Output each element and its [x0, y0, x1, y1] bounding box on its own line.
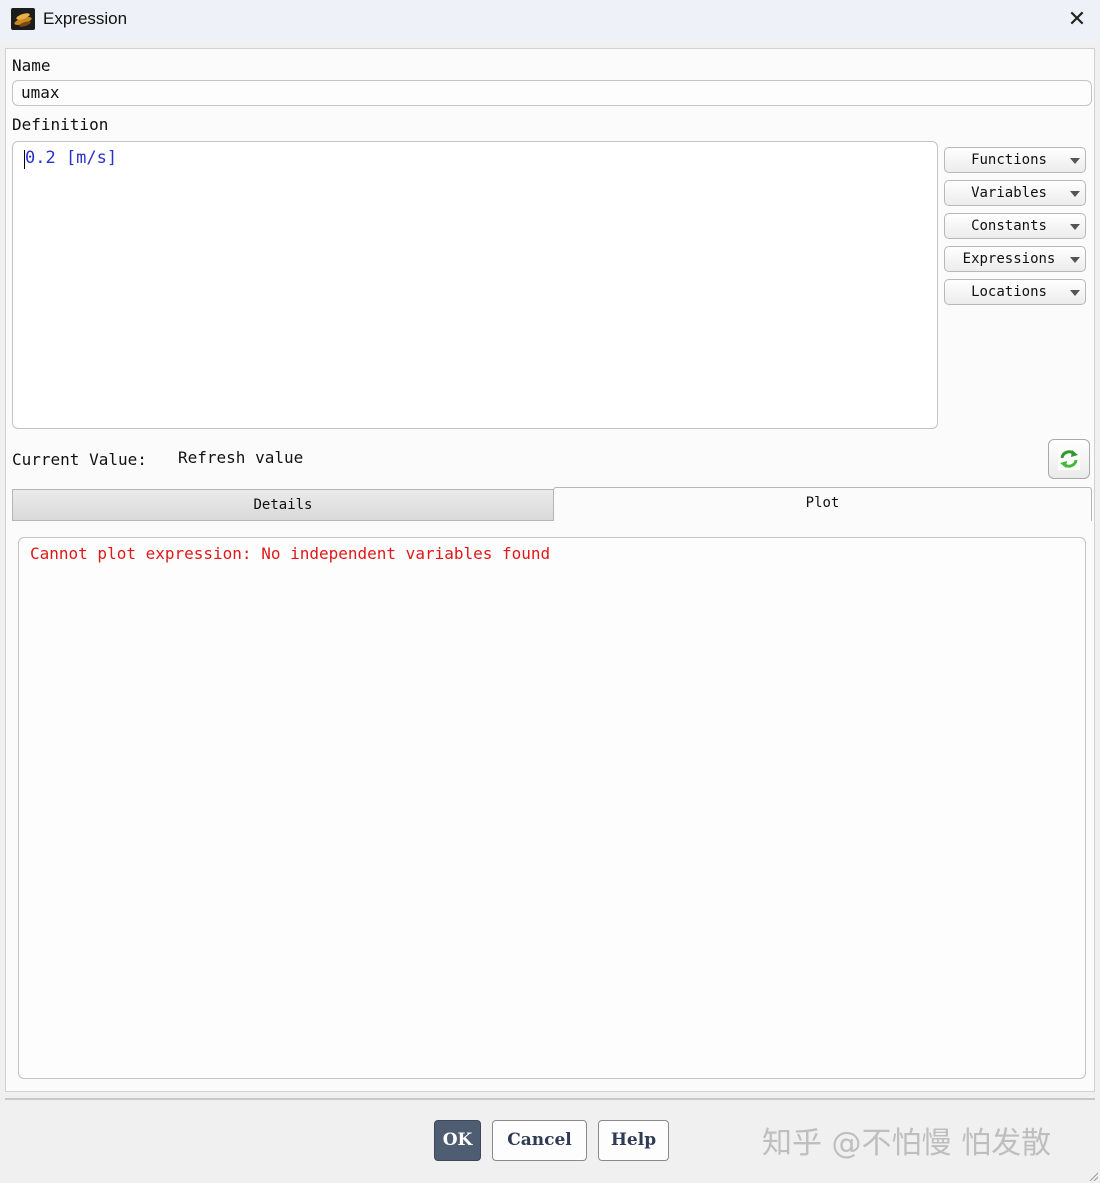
chevron-down-icon — [1070, 257, 1080, 263]
title-bar: Expression ✕ — [0, 0, 1100, 42]
plot-panel: Cannot plot expression: No independent v… — [18, 537, 1086, 1079]
current-value-text: Refresh value — [178, 448, 304, 467]
locations-dropdown-label: Locations — [971, 284, 1047, 300]
name-input[interactable]: umax — [12, 80, 1092, 106]
functions-dropdown[interactable]: Functions — [944, 147, 1086, 173]
definition-text: 0.2 [m/s] — [25, 148, 118, 168]
constants-dropdown-label: Constants — [971, 218, 1047, 234]
resize-grip-icon[interactable] — [1088, 1171, 1098, 1181]
expressions-dropdown[interactable]: Expressions — [944, 246, 1086, 272]
app-logo-icon — [11, 8, 35, 30]
constants-dropdown[interactable]: Constants — [944, 213, 1086, 239]
ok-button[interactable]: OK — [434, 1120, 481, 1161]
refresh-icon — [1058, 448, 1080, 470]
close-icon[interactable]: ✕ — [1062, 6, 1092, 34]
tab-plot[interactable]: Plot — [553, 487, 1092, 521]
chevron-down-icon — [1070, 224, 1080, 230]
current-value-label: Current Value: — [12, 450, 147, 469]
watermark-text: 知乎 @不怕慢 怕发散 — [762, 1126, 1052, 1161]
footer-divider — [5, 1098, 1095, 1100]
expressions-dropdown-label: Expressions — [962, 251, 1056, 267]
chevron-down-icon — [1070, 290, 1080, 296]
locations-dropdown[interactable]: Locations — [944, 279, 1086, 305]
cancel-button[interactable]: Cancel — [492, 1120, 587, 1161]
chevron-down-icon — [1070, 191, 1080, 197]
text-caret — [24, 150, 25, 169]
plot-error-message: Cannot plot expression: No independent v… — [30, 544, 551, 563]
functions-dropdown-label: Functions — [971, 152, 1047, 168]
variables-dropdown[interactable]: Variables — [944, 180, 1086, 206]
tab-details[interactable]: Details — [12, 489, 554, 521]
definition-editor[interactable]: 0.2 [m/s] — [12, 141, 938, 429]
help-button[interactable]: Help — [598, 1120, 669, 1161]
definition-label: Definition — [12, 115, 109, 134]
name-label: Name — [12, 56, 51, 75]
window-title: Expression — [43, 9, 128, 28]
refresh-button[interactable] — [1048, 439, 1090, 479]
variables-dropdown-label: Variables — [971, 185, 1047, 201]
chevron-down-icon — [1070, 158, 1080, 164]
